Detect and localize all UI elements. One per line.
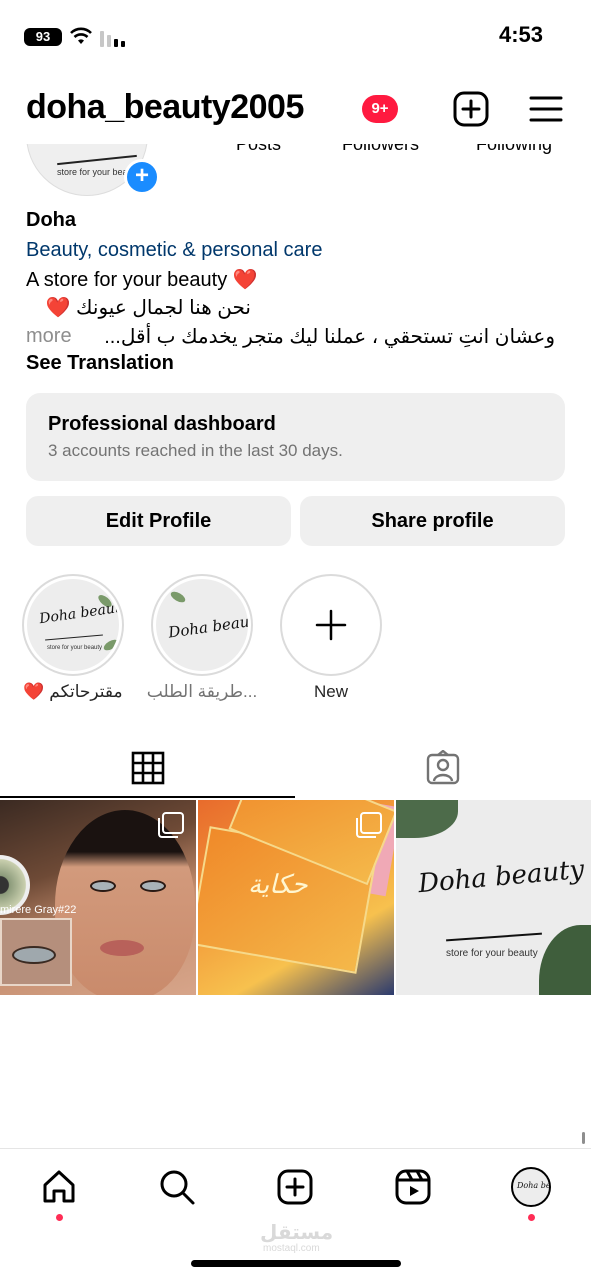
profile-name: Doha [26, 209, 76, 231]
profile-notification-dot [528, 1214, 535, 1221]
highlight-label-suggestions: ❤️ مقترحاتكم [23, 682, 123, 701]
nav-search[interactable] [156, 1166, 198, 1208]
edit-profile-button[interactable]: Edit Profile [26, 496, 291, 546]
avatar-tagline: store for your bea [57, 167, 128, 177]
professional-dashboard-card[interactable]: Professional dashboard 3 accounts reache… [26, 393, 565, 481]
stat-label-followers: Followers [342, 144, 420, 154]
carousel-icon [356, 812, 382, 838]
post-thumbnail[interactable]: mirere Gray#22 [0, 800, 196, 995]
nav-divider [0, 1148, 591, 1149]
search-icon [160, 1170, 195, 1205]
nav-profile[interactable]: Doha beauty [510, 1166, 552, 1208]
bio-more-link[interactable]: more [26, 325, 72, 348]
post-thumbnail[interactable]: حكاية [198, 800, 394, 995]
create-post-button[interactable] [452, 90, 490, 128]
highlight-suggestions[interactable]: Doha beauty store for your beauty [22, 574, 124, 676]
signal-icon [100, 29, 130, 52]
nav-reels[interactable] [392, 1166, 434, 1208]
plus-square-icon [453, 91, 489, 127]
new-highlight-button[interactable] [280, 574, 382, 676]
wifi-icon [70, 27, 92, 50]
highlight-label-how-to-order: طريقة الطلب... [146, 682, 258, 701]
post-thumbnail[interactable]: Doha beauty store for your beauty [396, 800, 591, 995]
tab-tagged[interactable] [295, 740, 591, 796]
home-notification-dot [56, 1214, 63, 1221]
dashboard-subtitle: 3 accounts reached in the last 30 days. [48, 441, 343, 460]
carousel-icon [158, 812, 184, 838]
highlight-tagline: store for your beauty [47, 645, 103, 651]
reels-icon [395, 1169, 431, 1205]
home-icon [43, 1170, 75, 1203]
tagged-person-icon [426, 750, 460, 785]
clock-time: 4:53 [498, 22, 543, 47]
watermark-latin: mostaql.com [263, 1243, 320, 1254]
post-caption: mirere Gray#22 [0, 904, 77, 916]
nav-home[interactable] [38, 1166, 80, 1208]
profile-avatar-icon: Doha beauty [511, 1167, 551, 1207]
active-tab-indicator [0, 796, 295, 798]
hamburger-icon [529, 96, 563, 122]
profile-username[interactable]: doha_beauty2005 [26, 88, 304, 127]
tab-posts-grid[interactable] [0, 740, 296, 796]
nav-avatar-script: Doha beauty [517, 1181, 551, 1190]
bio-line-1: A store for your beauty ❤️ [26, 269, 258, 291]
post-script-text: Doha beauty [417, 854, 586, 900]
highlight-label-new: New [313, 682, 348, 701]
highlight-script-text: Doha beauty [167, 610, 248, 642]
stat-label-following: Following [476, 144, 553, 154]
menu-button[interactable] [527, 90, 565, 128]
add-story-button[interactable]: + [124, 159, 160, 195]
dashboard-title: Professional dashboard [48, 413, 276, 435]
stat-label-posts: Posts [236, 144, 282, 154]
battery-indicator: 93 [24, 28, 62, 46]
plus-square-icon [277, 1169, 313, 1205]
share-profile-button[interactable]: Share profile [300, 496, 565, 546]
profile-category[interactable]: Beauty, cosmetic & personal care [26, 239, 322, 262]
post-arabic-script: حكاية [248, 870, 308, 900]
bio-line-3: وعشان انتِ تستحقي ، عملنا ليك متجر يخدمك… [104, 326, 555, 348]
watermark-arabic: مستقل [260, 1222, 334, 1244]
post-tagline: store for your beauty [446, 948, 538, 959]
grid-icon [131, 751, 165, 785]
scroll-indicator[interactable] [582, 1132, 585, 1144]
nav-create[interactable] [274, 1166, 316, 1208]
highlight-script-text: Doha beauty [38, 598, 119, 628]
see-translation-link[interactable]: See Translation [26, 352, 174, 375]
notification-badge[interactable]: 9+ [362, 95, 398, 123]
bio-line-2: نحن هنا لجمال عيونك ❤️ [45, 297, 251, 319]
home-indicator[interactable] [191, 1260, 401, 1267]
profile-stats: Posts Followers Following [230, 144, 570, 154]
plus-icon [315, 609, 347, 641]
highlight-how-to-order[interactable]: Doha beauty [151, 574, 253, 676]
